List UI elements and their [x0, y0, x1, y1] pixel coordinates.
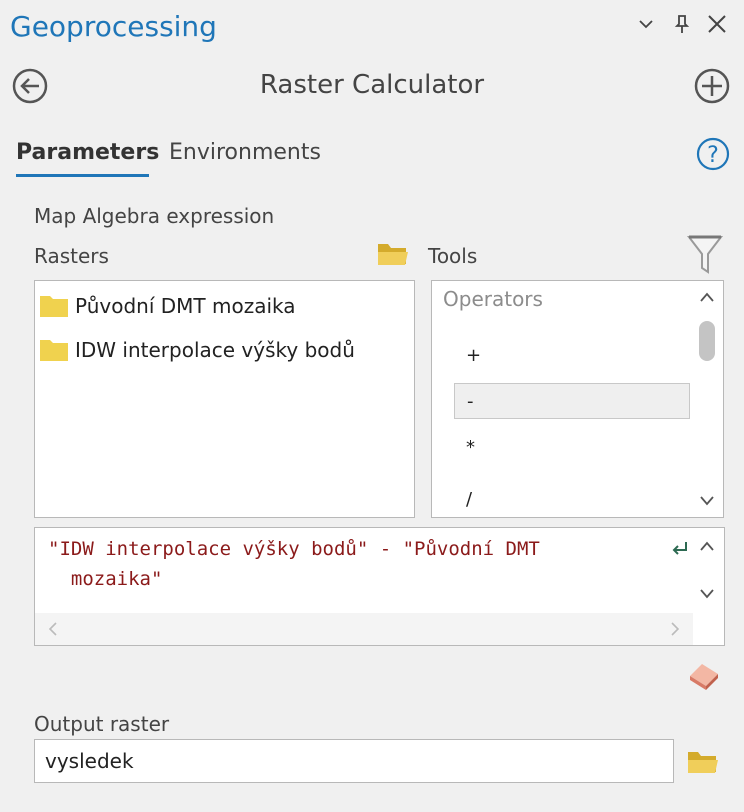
tools-label: Tools — [428, 244, 478, 268]
output-raster-label: Output raster — [34, 712, 170, 736]
output-folder-icon[interactable] — [686, 748, 720, 776]
help-icon[interactable]: ? — [696, 137, 730, 171]
list-item[interactable]: Původní DMT mozaika — [39, 291, 296, 321]
tab-parameters[interactable]: Parameters — [16, 140, 159, 165]
add-icon[interactable] — [694, 68, 730, 104]
horizontal-scrollbar[interactable] — [35, 613, 693, 645]
scroll-left-icon[interactable] — [43, 619, 63, 639]
close-icon[interactable] — [703, 10, 731, 38]
raster-layer-icon — [40, 340, 68, 361]
tool-title: Raster Calculator — [259, 70, 485, 100]
rasters-label: Rasters — [34, 244, 109, 268]
expression-scroll-up-icon[interactable] — [697, 536, 717, 556]
scroll-right-icon[interactable] — [665, 619, 685, 639]
raster-item-label: IDW interpolace výšky bodů — [75, 338, 355, 362]
operator-divide[interactable]: / — [454, 481, 690, 517]
tab-parameters-indicator — [16, 174, 149, 177]
operator-multiply[interactable]: * — [454, 429, 690, 465]
pane-title: Geoprocessing — [10, 10, 217, 43]
pin-icon[interactable] — [668, 10, 696, 38]
operator-minus[interactable]: - — [454, 383, 690, 419]
scroll-up-icon[interactable] — [697, 287, 717, 307]
expression-text[interactable]: "IDW interpolace výšky bodů" - "Původní … — [48, 534, 668, 594]
tab-environments[interactable]: Environments — [169, 140, 321, 165]
scrollbar-thumb[interactable] — [699, 321, 715, 361]
operators-header: Operators — [443, 287, 543, 311]
raster-item-label: Původní DMT mozaika — [75, 294, 296, 318]
word-wrap-icon[interactable] — [669, 540, 689, 558]
raster-layer-icon — [40, 296, 68, 317]
expression-scroll-down-icon[interactable] — [697, 584, 717, 604]
options-chevron-icon[interactable] — [632, 10, 660, 38]
filter-icon[interactable] — [686, 234, 724, 276]
eraser-icon[interactable] — [686, 660, 722, 692]
tools-list[interactable]: Operators + - * / — [431, 280, 724, 518]
svg-text:?: ? — [707, 143, 719, 168]
expression-label: Map Algebra expression — [34, 204, 275, 228]
list-item[interactable]: IDW interpolace výšky bodů — [39, 335, 355, 365]
scroll-down-icon[interactable] — [697, 491, 717, 511]
operator-plus[interactable]: + — [454, 337, 690, 373]
folder-icon[interactable] — [376, 240, 410, 268]
expression-editor[interactable]: "IDW interpolace výšky bodů" - "Původní … — [34, 527, 725, 646]
rasters-list[interactable]: Původní DMT mozaika IDW interpolace výšk… — [34, 280, 415, 518]
output-raster-input[interactable]: vysledek — [34, 739, 674, 783]
